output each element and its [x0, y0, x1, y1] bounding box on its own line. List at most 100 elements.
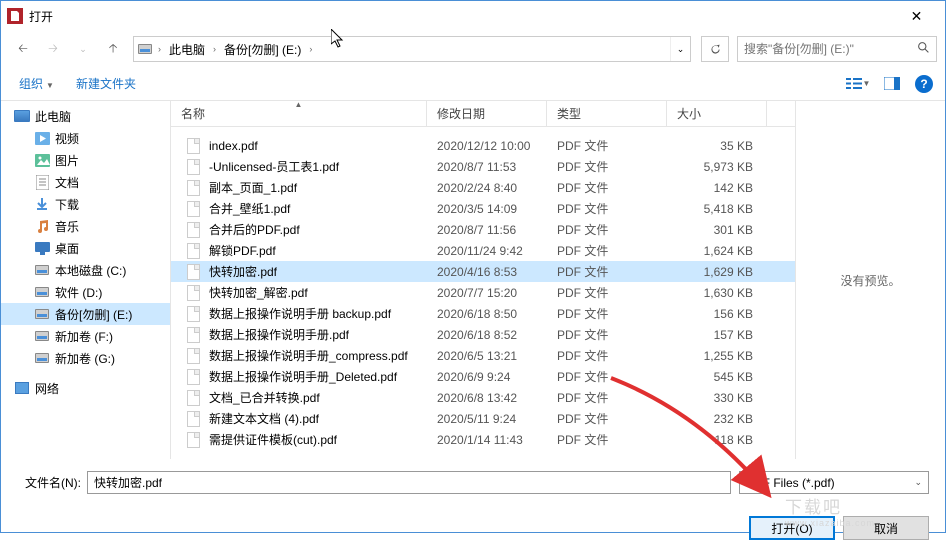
disk-icon — [33, 306, 51, 322]
col-name[interactable]: 名称▲ — [171, 101, 427, 126]
file-size: 157 KB — [667, 328, 767, 342]
sidebar-item[interactable]: 图片 — [1, 149, 170, 171]
view-options[interactable]: ▼ — [841, 71, 875, 97]
refresh-button[interactable] — [701, 36, 729, 62]
sidebar-item[interactable]: 软件 (D:) — [1, 281, 170, 303]
breadcrumb-seg-0[interactable]: 此电脑 — [163, 37, 211, 61]
file-date: 2020/12/12 10:00 — [427, 139, 547, 153]
disk-icon — [33, 328, 51, 344]
sidebar-item[interactable]: 文档 — [1, 171, 170, 193]
sidebar-item[interactable]: 本地磁盘 (C:) — [1, 259, 170, 281]
sidebar-item[interactable]: 网络 — [1, 377, 170, 399]
file-row[interactable]: 数据上报操作说明手册_compress.pdf2020/6/5 13:21PDF… — [171, 345, 795, 366]
open-button[interactable]: 打开(O) — [749, 516, 835, 540]
desktop-icon — [33, 240, 51, 256]
picture-icon — [33, 152, 51, 168]
file-type: PDF 文件 — [547, 221, 667, 238]
file-list[interactable]: index.pdf2020/12/12 10:00PDF 文件35 KB-Unl… — [171, 127, 795, 459]
file-name: 需提供证件模板(cut).pdf — [209, 431, 337, 448]
sidebar-item-label: 文档 — [55, 174, 79, 191]
pdf-file-icon — [187, 201, 203, 217]
file-date: 2020/7/7 15:20 — [427, 286, 547, 300]
file-row[interactable]: -Unlicensed-员工表1.pdf2020/8/7 11:53PDF 文件… — [171, 156, 795, 177]
chevron-right-icon[interactable]: › — [307, 44, 314, 54]
breadcrumb-dropdown[interactable]: ⌄ — [670, 37, 690, 61]
file-type: PDF 文件 — [547, 305, 667, 322]
forward-button[interactable]: 🡢 — [39, 35, 67, 63]
filetype-select[interactable]: PDF Files (*.pdf)⌄ — [739, 471, 929, 494]
sidebar-item[interactable]: 音乐 — [1, 215, 170, 237]
cancel-button[interactable]: 取消 — [843, 516, 929, 540]
file-size: 156 KB — [667, 307, 767, 321]
new-folder-button[interactable]: 新建文件夹 — [70, 71, 142, 96]
breadcrumb[interactable]: › 此电脑 › 备份[勿删] (E:) › ⌄ — [133, 36, 691, 62]
file-name: -Unlicensed-员工表1.pdf — [209, 158, 339, 175]
main-area: 此电脑视频图片文档下载音乐桌面本地磁盘 (C:)软件 (D:)备份[勿删] (E… — [1, 101, 945, 459]
sidebar-item-label: 视频 — [55, 130, 79, 147]
file-row[interactable]: 数据上报操作说明手册.pdf2020/6/18 8:52PDF 文件157 KB — [171, 324, 795, 345]
sidebar-item[interactable]: 新加卷 (F:) — [1, 325, 170, 347]
file-type: PDF 文件 — [547, 284, 667, 301]
file-type: PDF 文件 — [547, 431, 667, 448]
close-button[interactable]: ✕ — [894, 1, 939, 31]
sidebar-item[interactable]: 视频 — [1, 127, 170, 149]
file-type: PDF 文件 — [547, 158, 667, 175]
file-row[interactable]: 数据上报操作说明手册 backup.pdf2020/6/18 8:50PDF 文… — [171, 303, 795, 324]
sidebar-item-label: 音乐 — [55, 218, 79, 235]
column-headers: 名称▲ 修改日期 类型 大小 — [171, 101, 795, 127]
file-name: 数据上报操作说明手册_Deleted.pdf — [209, 368, 397, 385]
col-size[interactable]: 大小 — [667, 101, 767, 126]
file-row[interactable]: index.pdf2020/12/12 10:00PDF 文件35 KB — [171, 135, 795, 156]
file-name: 解锁PDF.pdf — [209, 242, 276, 259]
toolbar: 组织▼ 新建文件夹 ▼ ? — [1, 67, 945, 101]
window-title: 打开 — [29, 8, 894, 25]
file-type: PDF 文件 — [547, 347, 667, 364]
file-date: 2020/8/7 11:56 — [427, 223, 547, 237]
file-size: 1,255 KB — [667, 349, 767, 363]
file-name: 数据上报操作说明手册_compress.pdf — [209, 347, 408, 364]
file-name: 数据上报操作说明手册.pdf — [209, 326, 349, 343]
file-row[interactable]: 文档_已合并转换.pdf2020/6/8 13:42PDF 文件330 KB — [171, 387, 795, 408]
sidebar-item[interactable]: 下载 — [1, 193, 170, 215]
sidebar-item-label: 新加卷 (G:) — [55, 350, 115, 367]
sidebar-item[interactable]: 备份[勿删] (E:) — [1, 303, 170, 325]
pdf-file-icon — [187, 432, 203, 448]
chevron-right-icon[interactable]: › — [211, 44, 218, 54]
pdf-file-icon — [187, 411, 203, 427]
chevron-right-icon[interactable]: › — [156, 44, 163, 54]
organize-menu[interactable]: 组织▼ — [13, 71, 60, 96]
sidebar-item[interactable]: 此电脑 — [1, 105, 170, 127]
file-row[interactable]: 新建文本文档 (4).pdf2020/5/11 9:24PDF 文件232 KB — [171, 408, 795, 429]
col-date[interactable]: 修改日期 — [427, 101, 547, 126]
breadcrumb-seg-1[interactable]: 备份[勿删] (E:) — [218, 37, 307, 61]
file-size: 5,973 KB — [667, 160, 767, 174]
file-name: 数据上报操作说明手册 backup.pdf — [209, 305, 391, 322]
filename-input[interactable] — [87, 471, 731, 494]
file-row[interactable]: 快转加密.pdf2020/4/16 8:53PDF 文件1,629 KB — [171, 261, 795, 282]
file-row[interactable]: 解锁PDF.pdf2020/11/24 9:42PDF 文件1,624 KB — [171, 240, 795, 261]
file-date: 2020/4/16 8:53 — [427, 265, 547, 279]
pdf-file-icon — [187, 222, 203, 238]
file-row[interactable]: 合并后的PDF.pdf2020/8/7 11:56PDF 文件301 KB — [171, 219, 795, 240]
preview-pane-toggle[interactable] — [875, 71, 909, 97]
help-button[interactable]: ? — [915, 75, 933, 93]
file-size: 301 KB — [667, 223, 767, 237]
search-input[interactable] — [744, 42, 917, 56]
file-row[interactable]: 快转加密_解密.pdf2020/7/7 15:20PDF 文件1,630 KB — [171, 282, 795, 303]
sidebar-item[interactable]: 桌面 — [1, 237, 170, 259]
file-row[interactable]: 数据上报操作说明手册_Deleted.pdf2020/6/9 9:24PDF 文… — [171, 366, 795, 387]
up-button[interactable]: 🡡 — [99, 35, 127, 63]
file-row[interactable]: 合并_壁纸1.pdf2020/3/5 14:09PDF 文件5,418 KB — [171, 198, 795, 219]
col-type[interactable]: 类型 — [547, 101, 667, 126]
file-row[interactable]: 副本_页面_1.pdf2020/2/24 8:40PDF 文件142 KB — [171, 177, 795, 198]
file-row[interactable]: 需提供证件模板(cut).pdf2020/1/14 11:43PDF 文件118… — [171, 429, 795, 450]
file-size: 118 KB — [667, 433, 767, 447]
search-icon[interactable] — [917, 41, 930, 57]
pdf-file-icon — [187, 327, 203, 343]
sidebar-item[interactable]: 新加卷 (G:) — [1, 347, 170, 369]
back-button[interactable]: 🡠 — [9, 35, 37, 63]
file-type: PDF 文件 — [547, 200, 667, 217]
search-box[interactable] — [737, 36, 937, 62]
file-name: 副本_页面_1.pdf — [209, 179, 297, 196]
recent-dropdown[interactable]: ⌄ — [69, 35, 97, 63]
